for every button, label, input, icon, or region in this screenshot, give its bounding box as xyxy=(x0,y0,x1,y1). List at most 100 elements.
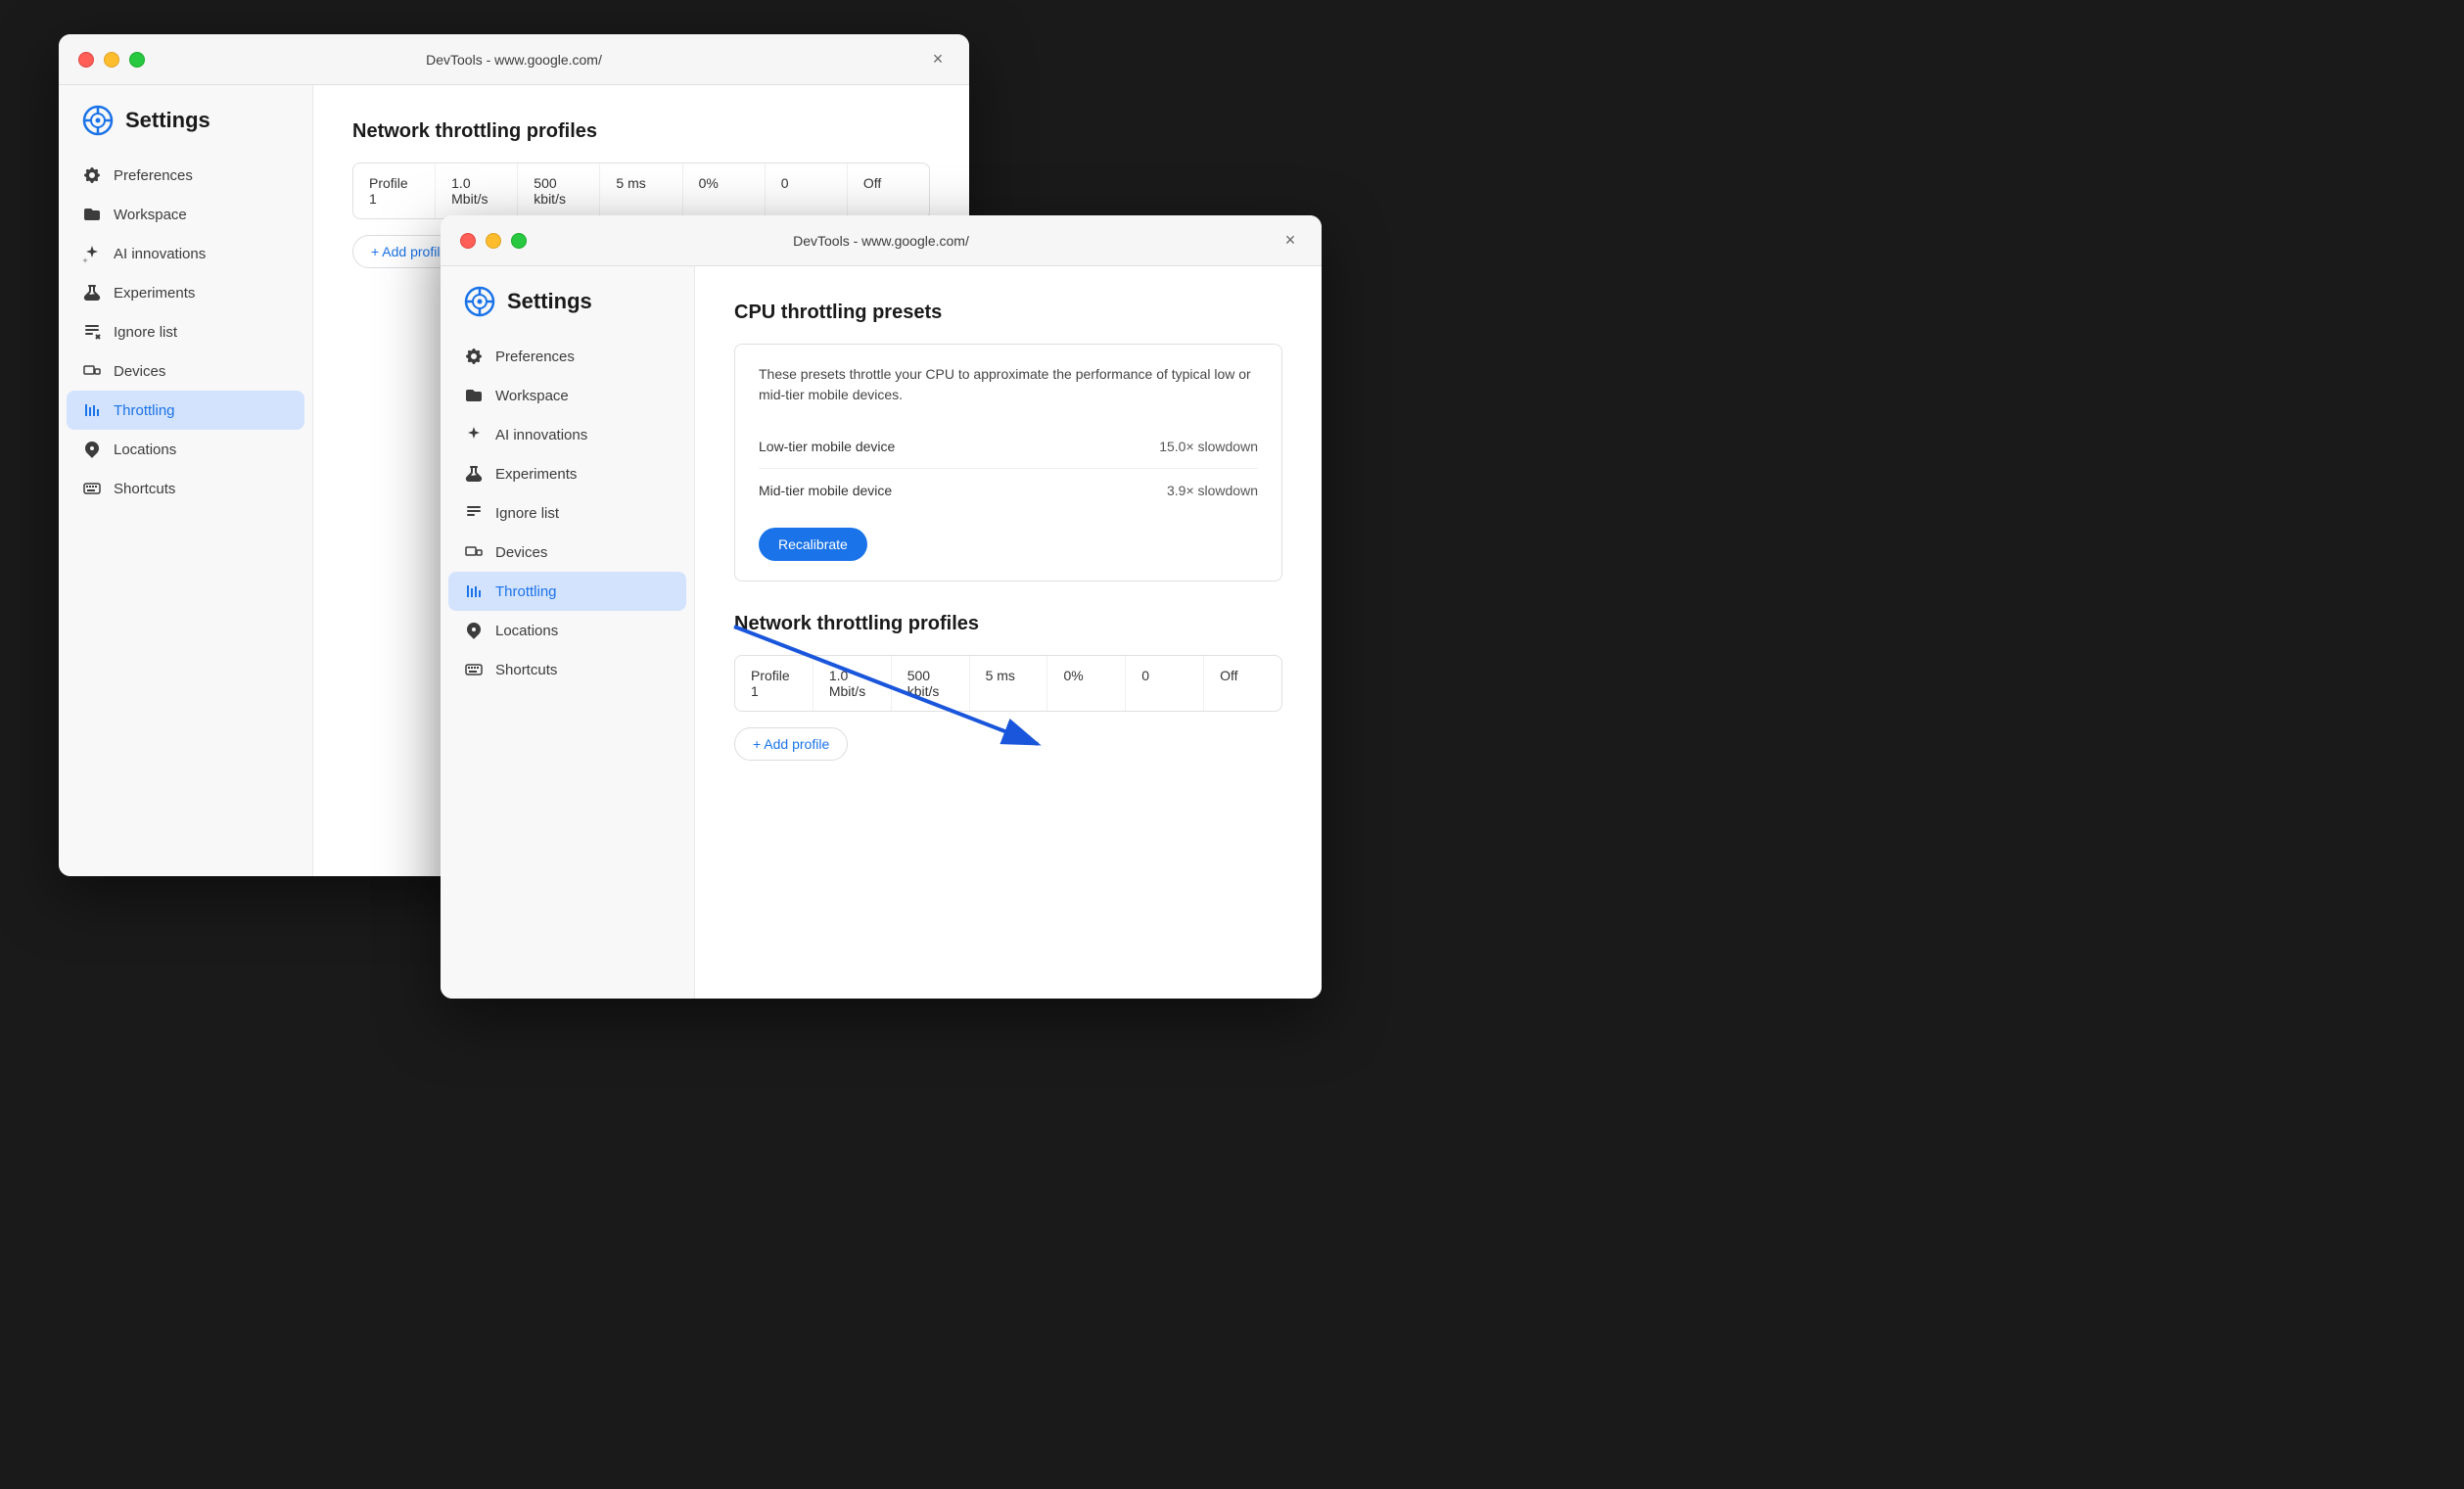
mid-tier-label: Mid-tier mobile device xyxy=(759,483,892,498)
network-section-title-2: Network throttling profiles xyxy=(734,613,1282,635)
close-button-1[interactable] xyxy=(78,52,94,68)
folder-icon-1 xyxy=(82,205,102,224)
sidebar-item-ignorelist-1[interactable]: Ignore list xyxy=(59,312,312,351)
flask-icon-1 xyxy=(82,283,102,302)
devtools-logo-2 xyxy=(464,286,495,317)
settings-title-2: Settings xyxy=(507,289,592,314)
sidebar-label-shortcuts-2: Shortcuts xyxy=(495,662,557,678)
window-2: DevTools - www.google.com/ × Settings xyxy=(441,215,1322,999)
network-cell-up: 500 kbit/s xyxy=(518,163,600,218)
sidebar-item-workspace-1[interactable]: Workspace xyxy=(59,195,312,234)
network-cell-profile: Profile 1 xyxy=(353,163,436,218)
sidebar-label-throttling-1: Throttling xyxy=(114,402,175,419)
maximize-button-2[interactable] xyxy=(511,233,527,249)
window-x-button-2[interactable]: × xyxy=(1278,229,1302,253)
cpu-description: These presets throttle your CPU to appro… xyxy=(759,364,1258,405)
sidebar-label-ai-1: AI innovations xyxy=(114,246,206,262)
throttle-icon-2 xyxy=(464,582,484,601)
net-cell-loss-2: 0% xyxy=(1047,656,1126,711)
sidebar-label-shortcuts-1: Shortcuts xyxy=(114,481,175,497)
titlebar-1: DevTools - www.google.com/ × xyxy=(59,34,969,85)
sidebar-label-ai-2: AI innovations xyxy=(495,427,587,443)
window-x-button-1[interactable]: × xyxy=(926,48,950,71)
devices-icon-1 xyxy=(82,361,102,381)
network-table-1: Profile 1 1.0 Mbit/s 500 kbit/s 5 ms 0% … xyxy=(352,163,930,219)
sidebar-item-devices-1[interactable]: Devices xyxy=(59,351,312,391)
net-cell-extra-2: 0 xyxy=(1126,656,1204,711)
sidebar-label-ignorelist-2: Ignore list xyxy=(495,505,559,522)
net-cell-latency-2: 5 ms xyxy=(970,656,1048,711)
sidebar-item-throttling-2[interactable]: Throttling xyxy=(448,572,686,611)
flask-icon-2 xyxy=(464,464,484,484)
net-cell-profile-2: Profile 1 xyxy=(735,656,814,711)
sidebar-item-locations-2[interactable]: Locations xyxy=(441,611,694,650)
recalibrate-button[interactable]: Recalibrate xyxy=(759,528,867,561)
keyboard-icon-2 xyxy=(464,660,484,679)
network-row-1: Profile 1 1.0 Mbit/s 500 kbit/s 5 ms 0% … xyxy=(353,163,929,218)
sidebar-label-experiments-1: Experiments xyxy=(114,285,195,302)
devices-icon-2 xyxy=(464,542,484,562)
network-table-2: Profile 1 1.0 Mbit/s 500 kbit/s 5 ms 0% … xyxy=(734,655,1282,712)
sidebar-label-ignorelist-1: Ignore list xyxy=(114,324,177,341)
folder-icon-2 xyxy=(464,386,484,405)
sparkle-icon-1 xyxy=(82,244,102,263)
sidebar-label-workspace-1: Workspace xyxy=(114,207,187,223)
network-section-title-1: Network throttling profiles xyxy=(352,120,930,143)
add-profile-button-2[interactable]: + Add profile xyxy=(734,727,848,761)
network-cell-loss: 0% xyxy=(683,163,766,218)
net-cell-up-2: 500 kbit/s xyxy=(892,656,970,711)
sidebar-label-preferences-1: Preferences xyxy=(114,167,193,184)
sidebar-item-experiments-2[interactable]: Experiments xyxy=(441,454,694,493)
sidebar-item-devices-2[interactable]: Devices xyxy=(441,533,694,572)
sidebar-label-experiments-2: Experiments xyxy=(495,466,577,483)
throttling-row-low: Low-tier mobile device 15.0× slowdown xyxy=(759,425,1258,469)
maximize-button-1[interactable] xyxy=(129,52,145,68)
sidebar-item-preferences-1[interactable]: Preferences xyxy=(59,156,312,195)
sidebar-2: Settings Preferences Workspace AI innova… xyxy=(441,266,695,999)
sidebar-item-workspace-2[interactable]: Workspace xyxy=(441,376,694,415)
sidebar-item-throttling-1[interactable]: Throttling xyxy=(67,391,304,430)
sidebar-item-experiments-1[interactable]: Experiments xyxy=(59,273,312,312)
sidebar-label-preferences-2: Preferences xyxy=(495,349,575,365)
settings-header-1: Settings xyxy=(59,105,312,156)
sidebar-item-locations-1[interactable]: Locations xyxy=(59,430,312,469)
window-controls-2 xyxy=(460,233,527,249)
net-cell-down-2: 1.0 Mbit/s xyxy=(814,656,892,711)
throttling-row-mid: Mid-tier mobile device 3.9× slowdown xyxy=(759,469,1258,512)
sidebar-label-devices-1: Devices xyxy=(114,363,165,380)
sidebar-item-ignorelist-2[interactable]: Ignore list xyxy=(441,493,694,533)
mid-tier-value: 3.9× slowdown xyxy=(1167,483,1258,498)
sidebar-label-locations-2: Locations xyxy=(495,623,558,639)
close-button-2[interactable] xyxy=(460,233,476,249)
sidebar-item-ai-1[interactable]: AI innovations xyxy=(59,234,312,273)
gear-icon-1 xyxy=(82,165,102,185)
sidebar-label-locations-1: Locations xyxy=(114,442,176,458)
ignorelist-icon-2 xyxy=(464,503,484,523)
sparkle-icon-2 xyxy=(464,425,484,444)
throttle-icon-1 xyxy=(82,400,102,420)
pin-icon-1 xyxy=(82,440,102,459)
window-title-2: DevTools - www.google.com/ xyxy=(793,233,969,249)
net-cell-status-2: Off xyxy=(1204,656,1281,711)
settings-title-1: Settings xyxy=(125,108,210,133)
sidebar-item-shortcuts-1[interactable]: Shortcuts xyxy=(59,469,312,508)
network-row-2: Profile 1 1.0 Mbit/s 500 kbit/s 5 ms 0% … xyxy=(735,656,1281,711)
sidebar-item-ai-2[interactable]: AI innovations xyxy=(441,415,694,454)
main-content-2: CPU throttling presets These presets thr… xyxy=(695,266,1322,999)
network-cell-status: Off xyxy=(848,163,929,218)
settings-header-2: Settings xyxy=(441,286,694,337)
titlebar-2: DevTools - www.google.com/ × xyxy=(441,215,1322,266)
minimize-button-1[interactable] xyxy=(104,52,119,68)
sidebar-1: Settings Preferences Workspace AI innova xyxy=(59,85,313,876)
minimize-button-2[interactable] xyxy=(486,233,501,249)
low-tier-label: Low-tier mobile device xyxy=(759,439,895,454)
sidebar-label-devices-2: Devices xyxy=(495,544,547,561)
cpu-throttling-box: These presets throttle your CPU to appro… xyxy=(734,344,1282,582)
sidebar-item-preferences-2[interactable]: Preferences xyxy=(441,337,694,376)
sidebar-item-shortcuts-2[interactable]: Shortcuts xyxy=(441,650,694,689)
window-controls-1 xyxy=(78,52,145,68)
pin-icon-2 xyxy=(464,621,484,640)
keyboard-icon-1 xyxy=(82,479,102,498)
network-cell-extra: 0 xyxy=(766,163,848,218)
sidebar-label-throttling-2: Throttling xyxy=(495,583,557,600)
